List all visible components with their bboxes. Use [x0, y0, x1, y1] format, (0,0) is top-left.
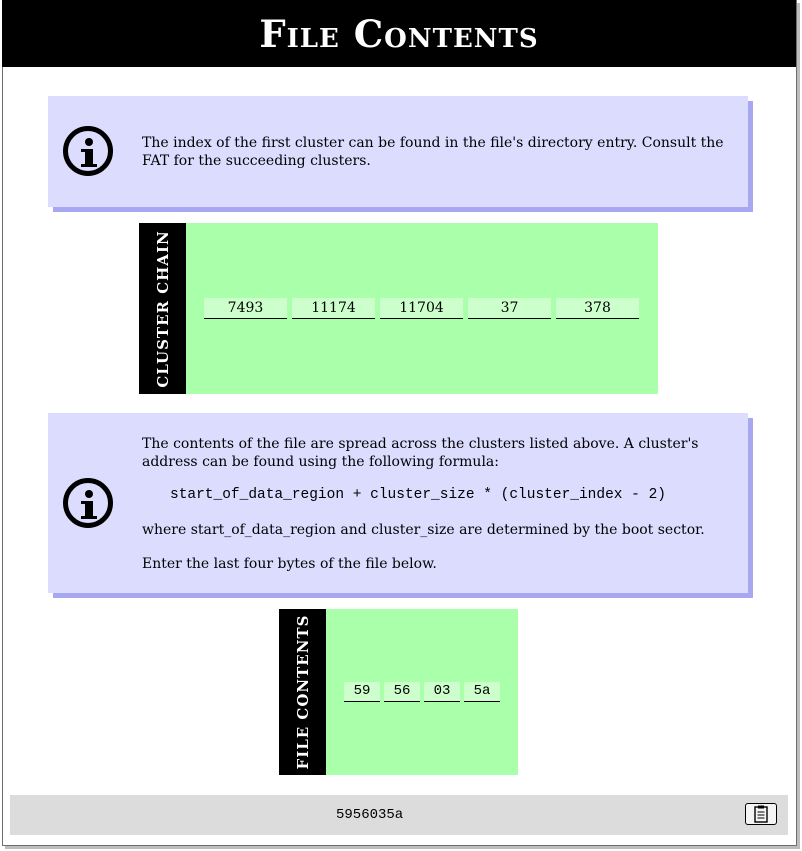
- info-paragraph-3: Enter the last four bytes of the file be…: [142, 556, 437, 572]
- cluster-input-4[interactable]: 37: [468, 298, 551, 319]
- cluster-input-3[interactable]: 11704: [380, 298, 463, 319]
- cluster-input-1[interactable]: 7493: [204, 298, 287, 319]
- info-icon: [63, 126, 113, 176]
- info-box-first-cluster: The index of the first cluster can be fo…: [48, 96, 748, 207]
- address-formula: start_of_data_region + cluster_size * (c…: [170, 487, 666, 503]
- result-value: 5956035a: [336, 807, 404, 823]
- info-text: The index of the first cluster can be fo…: [142, 135, 724, 169]
- byte-input-4[interactable]: 5a: [464, 682, 500, 702]
- result-bar: 5956035a: [10, 795, 788, 835]
- cluster-input-5[interactable]: 378: [556, 298, 639, 319]
- cluster-chain-panel: CLUSTER CHAIN 7493 11174 11704 37 378: [139, 223, 658, 394]
- file-contents-panel: FILE CONTENTS 59 56 03 5a: [279, 609, 518, 775]
- copy-button[interactable]: [745, 803, 777, 825]
- page-title-text: File Contents: [259, 11, 539, 56]
- cluster-chain-label: CLUSTER CHAIN: [139, 223, 186, 394]
- clipboard-icon: [754, 805, 768, 823]
- page-title: File Contents: [2, 0, 796, 67]
- byte-input-3[interactable]: 03: [424, 682, 460, 702]
- info-paragraph-2: where start_of_data_region and cluster_s…: [142, 522, 705, 538]
- info-paragraph-1: The contents of the file are spread acro…: [142, 436, 699, 470]
- info-box-cluster-address: The contents of the file are spread acro…: [48, 413, 748, 593]
- byte-input-1[interactable]: 59: [344, 682, 380, 702]
- byte-input-2[interactable]: 56: [384, 682, 420, 702]
- info-icon: [63, 478, 113, 528]
- file-contents-label: FILE CONTENTS: [279, 609, 326, 775]
- cluster-input-2[interactable]: 11174: [292, 298, 375, 319]
